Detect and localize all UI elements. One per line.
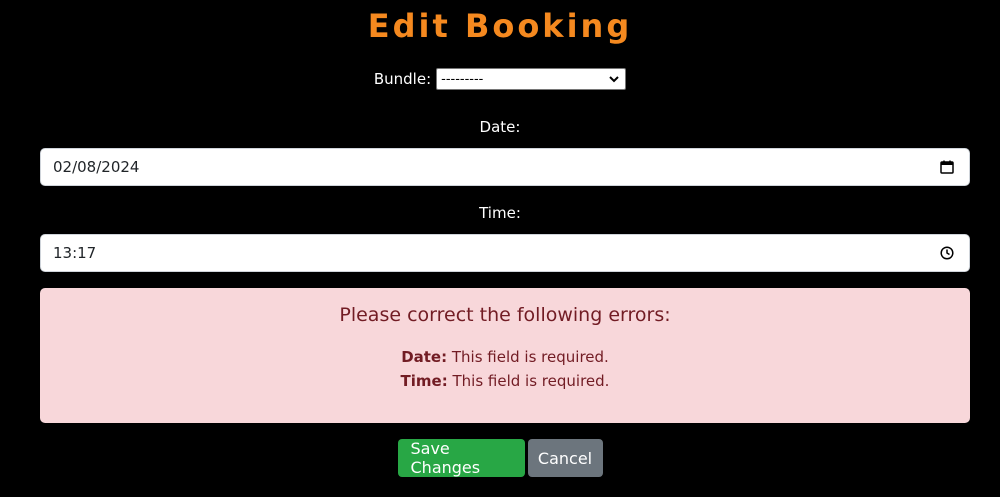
date-input[interactable]: 02/08/2024	[40, 148, 970, 186]
error-alert-heading: Please correct the following errors:	[339, 304, 671, 326]
bundle-label: Bundle:	[373, 70, 432, 88]
time-label: Time:	[479, 204, 521, 222]
bundle-selected-value: ---------	[441, 71, 484, 87]
cancel-button[interactable]: Cancel	[527, 439, 603, 477]
error-message: This field is required.	[447, 372, 610, 390]
form-actions: Save Changes Cancel	[0, 439, 1000, 477]
time-value: 13:17	[53, 244, 97, 262]
error-item: Time: This field is required.	[40, 372, 970, 390]
error-field-name: Time:	[400, 372, 448, 390]
error-item: Date: This field is required.	[40, 348, 970, 366]
calendar-icon[interactable]	[939, 159, 955, 175]
chevron-down-icon	[607, 72, 621, 86]
error-alert: Please correct the following errors: Dat…	[40, 288, 970, 423]
date-label: Date:	[479, 118, 521, 136]
page-title: Edit Booking	[367, 7, 633, 45]
bundle-row: Bundle: ---------	[0, 68, 1000, 90]
time-input[interactable]: 13:17	[40, 234, 970, 272]
error-message: This field is required.	[447, 348, 609, 366]
edit-booking-page: Edit Booking Bundle: --------- Date: 02/…	[0, 0, 1000, 497]
save-changes-button[interactable]: Save Changes	[397, 439, 525, 477]
date-value: 02/08/2024	[53, 158, 140, 176]
clock-icon[interactable]	[939, 245, 955, 261]
bundle-select[interactable]: ---------	[436, 68, 627, 90]
error-field-name: Date:	[401, 348, 448, 366]
